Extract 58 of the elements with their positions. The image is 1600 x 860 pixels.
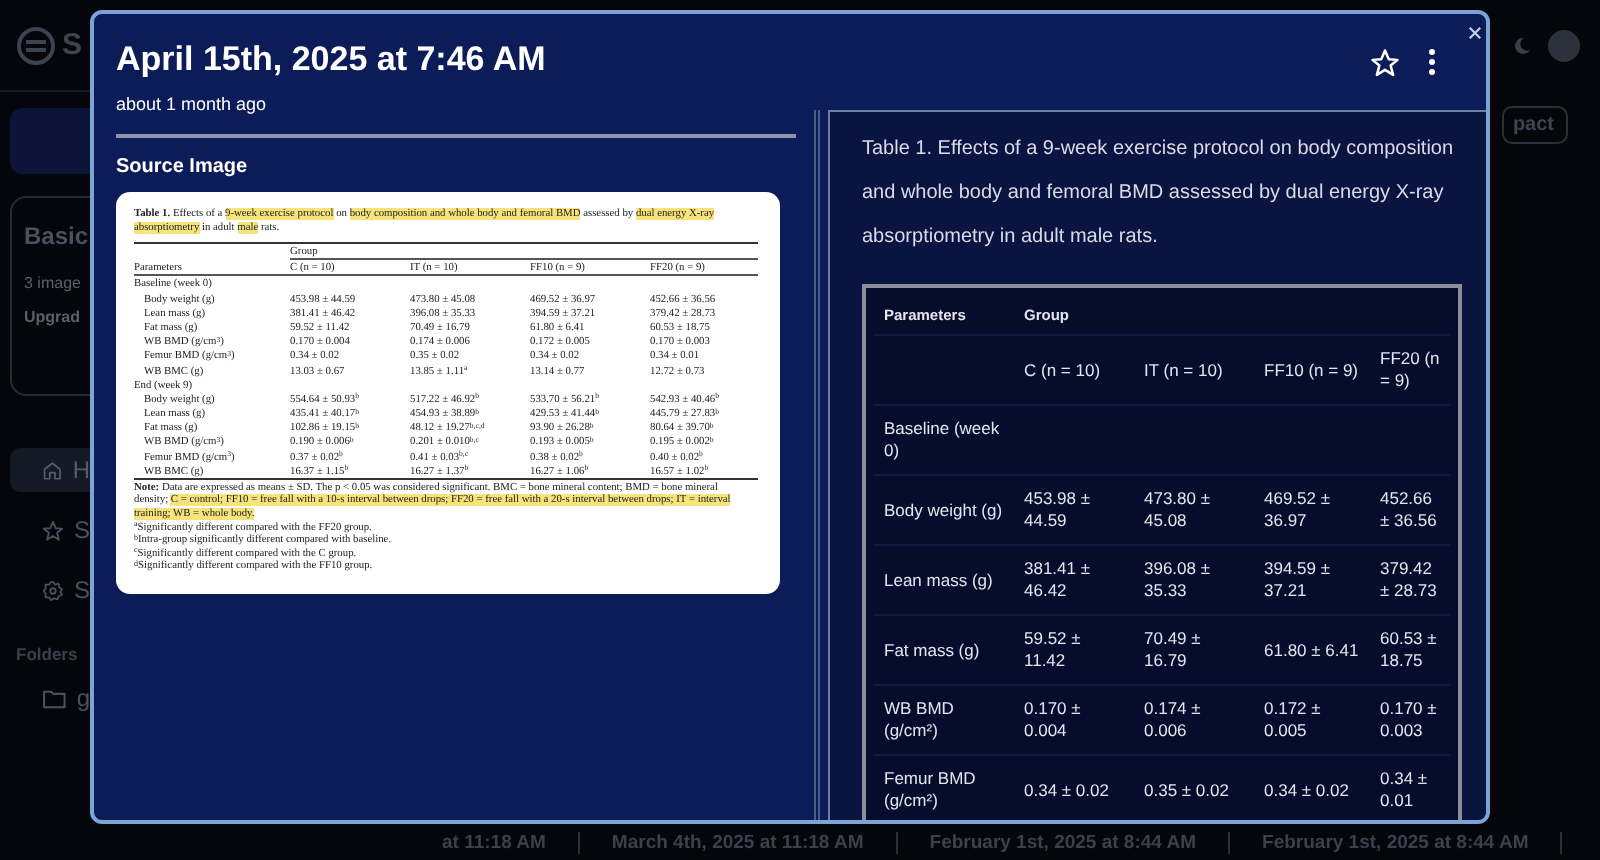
nav-item[interactable]: S bbox=[10, 568, 90, 612]
date-label: at 11:18 AM bbox=[410, 831, 580, 853]
logo-icon bbox=[16, 25, 56, 65]
column-header: FF10 (n = 9) bbox=[1254, 335, 1370, 405]
table-row-label: Femur BMD (g/cm²) bbox=[874, 755, 1014, 820]
plan-subtitle: 3 image bbox=[24, 274, 83, 292]
more-icon bbox=[1428, 48, 1436, 76]
date-label: March 4th, 2025 at 11:18 AM bbox=[579, 831, 898, 853]
table-cell: 394.59 ± 37.21 bbox=[1254, 545, 1370, 615]
table-row-label: Fat mass (g) bbox=[874, 615, 1014, 685]
plan-title: Basic bbox=[24, 222, 90, 250]
section-heading: Source Image bbox=[116, 156, 250, 178]
date-label: February 1st, 2025 at 8:44 AM bbox=[1230, 831, 1563, 853]
upgrade-link[interactable]: Upgrad bbox=[24, 308, 90, 326]
star-icon bbox=[1369, 47, 1399, 77]
table-row-label: Body weight (g) bbox=[874, 475, 1014, 545]
table-cell: 396.08 ± 35.33 bbox=[1134, 545, 1254, 615]
table-cell: 0.34 ± 0.02 bbox=[1014, 755, 1134, 820]
table-cell: 0.170 ± 0.003 bbox=[1370, 685, 1450, 755]
home-icon bbox=[42, 457, 63, 483]
header-button[interactable]: pact bbox=[1502, 106, 1568, 144]
table-cell: 61.80 ± 6.41 bbox=[1254, 615, 1370, 685]
nav-item[interactable]: S bbox=[10, 508, 90, 552]
table-cell: 0.34 ± 0.01 bbox=[1370, 755, 1450, 820]
table-row-label: WB BMD (g/cm²) bbox=[874, 685, 1014, 755]
table-cell: 0.35 ± 0.02 bbox=[1134, 755, 1254, 820]
table-cell: 379.42 ± 28.73 bbox=[1370, 545, 1450, 615]
column-header: FF20 (n = 9) bbox=[1370, 335, 1450, 405]
date-label: February 1st, 2025 at 8:44 AM bbox=[897, 831, 1231, 853]
table-row-label: Lean mass (g) bbox=[874, 545, 1014, 615]
table-caption: Table 1. Effects of a 9-week exercise protocol on body composition and whole body and femoral BMD assessed by dual energy X-ray absorptiometry in adult male rats. bbox=[862, 136, 1456, 252]
folder-item[interactable]: g bbox=[10, 676, 90, 720]
table-cell: 59.52 ± 11.42 bbox=[1014, 615, 1134, 685]
table-cell: 473.80 ± 45.08 bbox=[1134, 475, 1254, 545]
table-cell: 452.66 ± 36.56 bbox=[1370, 475, 1450, 545]
folder-icon bbox=[42, 685, 67, 711]
sidebar-banner bbox=[10, 108, 90, 174]
table-cell: 0.34 ± 0.02 bbox=[1254, 755, 1370, 820]
table-cell: 60.53 ± 18.75 bbox=[1370, 615, 1450, 685]
column-header: C (n = 10) bbox=[1014, 335, 1134, 405]
close-icon[interactable] bbox=[1468, 26, 1482, 40]
brand-name: S bbox=[62, 28, 83, 62]
table-cell: 0.174 ± 0.006 bbox=[1134, 685, 1254, 755]
settings-icon bbox=[42, 577, 64, 603]
table-cell: 453.98 ± 44.59 bbox=[1014, 475, 1134, 545]
table-cell: 0.170 ± 0.004 bbox=[1014, 685, 1134, 755]
nav-item[interactable]: H bbox=[10, 448, 90, 492]
star-icon bbox=[42, 517, 64, 543]
table-section-label: Baseline (week 0) bbox=[874, 405, 1014, 475]
table-cell: 0.172 ± 0.005 bbox=[1254, 685, 1370, 755]
table-cell: 70.49 ± 16.79 bbox=[1134, 615, 1254, 685]
modal-title: April 15th, 2025 at 7:46 AM bbox=[116, 40, 548, 80]
favorite-button[interactable] bbox=[1366, 44, 1402, 80]
relative-time: about 1 month ago bbox=[116, 94, 269, 114]
column-header: IT (n = 10) bbox=[1134, 335, 1254, 405]
folders-heading: Folders bbox=[16, 644, 80, 664]
table-cell: 381.41 ± 46.42 bbox=[1014, 545, 1134, 615]
table-cell: 469.52 ± 36.97 bbox=[1254, 475, 1370, 545]
